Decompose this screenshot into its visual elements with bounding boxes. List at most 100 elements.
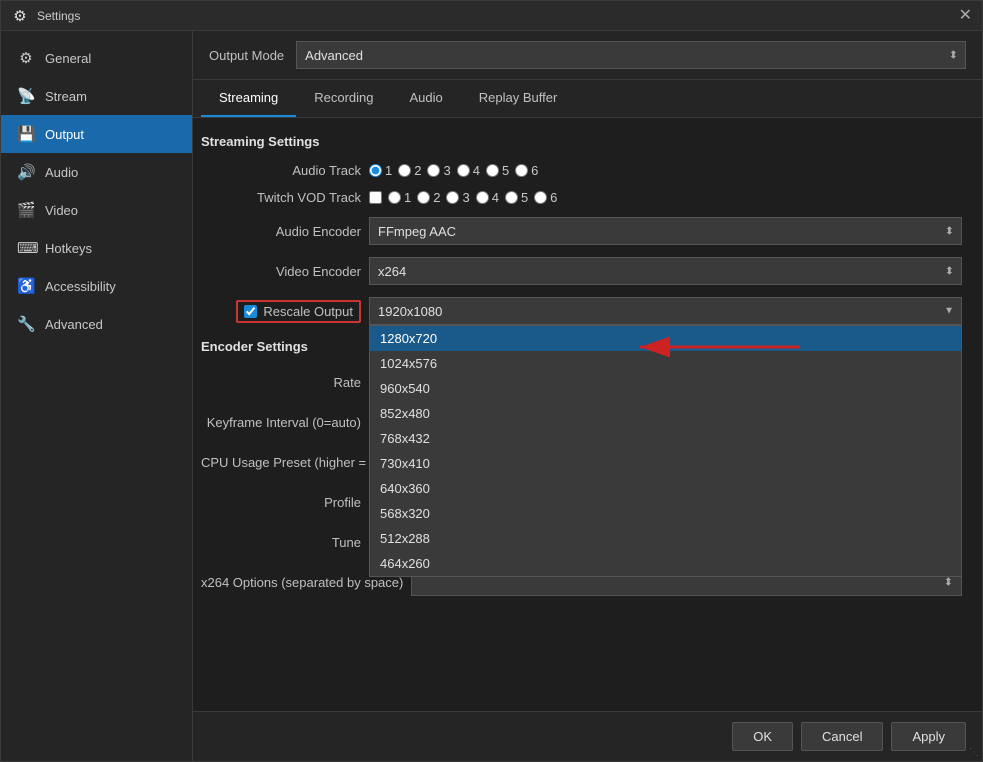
tab-streaming[interactable]: Streaming xyxy=(201,80,296,117)
resize-handle[interactable]: ⋱ xyxy=(969,747,979,758)
dropdown-item-1280x720[interactable]: 1280x720 xyxy=(370,326,961,351)
output-mode-label: Output Mode xyxy=(209,48,284,63)
keyframe-interval-label: Keyframe Interval (0=auto) xyxy=(201,415,361,430)
dropdown-item-852x480[interactable]: 852x480 xyxy=(370,401,961,426)
audio-encoder-control: FFmpeg AAC xyxy=(369,217,962,245)
sidebar-item-advanced[interactable]: 🔧 Advanced xyxy=(1,305,192,343)
twitch-vod-group: 1 2 3 4 xyxy=(369,190,557,205)
twitch-vod-4: 4 xyxy=(476,190,499,205)
titlebar: ⚙ Settings ✕ xyxy=(1,1,982,31)
sidebar-item-hotkeys[interactable]: ⌨ Hotkeys xyxy=(1,229,192,267)
twitch-vod-label: Twitch VOD Track xyxy=(201,190,361,205)
rescale-label-wrapper: Rescale Output xyxy=(201,300,361,323)
audio-track-5: 5 xyxy=(486,163,509,178)
sidebar-item-audio[interactable]: 🔊 Audio xyxy=(1,153,192,191)
main-content: ⚙ General 📡 Stream 💾 Output 🔊 Audio 🎬 Vi… xyxy=(1,31,982,761)
audio-encoder-select[interactable]: FFmpeg AAC xyxy=(369,217,962,245)
rescale-output-row: Rescale Output 1920x1080 1280x720 1024x5… xyxy=(201,297,962,325)
dropdown-item-730x410[interactable]: 730x410 xyxy=(370,451,961,476)
twitch-vod-radio-2[interactable] xyxy=(417,191,430,204)
audio-track-radio-2[interactable] xyxy=(398,164,411,177)
audio-track-1: 1 xyxy=(369,163,392,178)
audio-track-2: 2 xyxy=(398,163,421,178)
dropdown-item-1024x576[interactable]: 1024x576 xyxy=(370,351,961,376)
sidebar-item-general[interactable]: ⚙ General xyxy=(1,39,192,77)
audio-encoder-label: Audio Encoder xyxy=(201,224,361,239)
twitch-vod-radio-1[interactable] xyxy=(388,191,401,204)
audio-icon: 🔊 xyxy=(17,163,35,181)
general-icon: ⚙ xyxy=(17,49,35,67)
tune-label: Tune xyxy=(201,535,361,550)
accessibility-icon: ♿ xyxy=(17,277,35,295)
twitch-vod-radio-6[interactable] xyxy=(534,191,547,204)
audio-track-row: Audio Track 1 2 3 xyxy=(201,163,962,178)
window-title: Settings xyxy=(37,9,80,23)
twitch-vod-3: 3 xyxy=(446,190,469,205)
sidebar-item-label: Stream xyxy=(45,89,87,104)
audio-track-6: 6 xyxy=(515,163,538,178)
dropdown-item-568x320[interactable]: 568x320 xyxy=(370,501,961,526)
audio-track-radio-4[interactable] xyxy=(457,164,470,177)
rescale-select-wrapper: 1920x1080 1280x720 1024x576 960x540 852x… xyxy=(369,297,962,325)
cancel-button[interactable]: Cancel xyxy=(801,722,883,751)
audio-track-group: 1 2 3 4 xyxy=(369,163,538,178)
apply-button[interactable]: Apply xyxy=(891,722,966,751)
dropdown-item-768x432[interactable]: 768x432 xyxy=(370,426,961,451)
profile-label: Profile xyxy=(201,495,361,510)
footer: OK Cancel Apply xyxy=(193,711,982,761)
tabs-bar: Streaming Recording Audio Replay Buffer xyxy=(193,80,982,118)
titlebar-left: ⚙ Settings xyxy=(11,7,80,25)
dropdown-item-960x540[interactable]: 960x540 xyxy=(370,376,961,401)
right-panel: Output Mode Simple Advanced Streaming Re… xyxy=(193,31,982,761)
sidebar-item-label: Audio xyxy=(45,165,78,180)
sidebar-item-label: Hotkeys xyxy=(45,241,92,256)
rate-control-label: Rate xyxy=(201,375,361,390)
dropdown-item-464x260[interactable]: 464x260 xyxy=(370,551,961,576)
twitch-vod-checkbox[interactable] xyxy=(369,191,382,204)
dropdown-item-512x288[interactable]: 512x288 xyxy=(370,526,961,551)
audio-track-radio-6[interactable] xyxy=(515,164,528,177)
advanced-icon: 🔧 xyxy=(17,315,35,333)
hotkeys-icon: ⌨ xyxy=(17,239,35,257)
sidebar-item-label: General xyxy=(45,51,91,66)
ok-button[interactable]: OK xyxy=(732,722,793,751)
audio-track-radio-1[interactable] xyxy=(369,164,382,177)
twitch-vod-2: 2 xyxy=(417,190,440,205)
dropdown-item-640x360[interactable]: 640x360 xyxy=(370,476,961,501)
audio-track-radio-5[interactable] xyxy=(486,164,499,177)
audio-track-3: 3 xyxy=(427,163,450,178)
video-icon: 🎬 xyxy=(17,201,35,219)
twitch-vod-radio-5[interactable] xyxy=(505,191,518,204)
output-mode-select-wrapper: Simple Advanced xyxy=(296,41,966,69)
settings-window: ⚙ Settings ✕ ⚙ General 📡 Stream 💾 Output… xyxy=(0,0,983,762)
rescale-dropdown: 1280x720 1024x576 960x540 852x480 768x43… xyxy=(369,325,962,577)
sidebar-item-stream[interactable]: 📡 Stream xyxy=(1,77,192,115)
twitch-vod-radio-4[interactable] xyxy=(476,191,489,204)
video-encoder-label: Video Encoder xyxy=(201,264,361,279)
video-encoder-select[interactable]: x264 xyxy=(369,257,962,285)
video-encoder-control: x264 xyxy=(369,257,962,285)
sidebar-item-label: Output xyxy=(45,127,84,142)
sidebar-item-label: Video xyxy=(45,203,78,218)
rescale-output-select[interactable]: 1920x1080 xyxy=(369,297,962,325)
sidebar-item-accessibility[interactable]: ♿ Accessibility xyxy=(1,267,192,305)
video-encoder-row: Video Encoder x264 xyxy=(201,257,962,285)
audio-encoder-row: Audio Encoder FFmpeg AAC xyxy=(201,217,962,245)
tab-audio[interactable]: Audio xyxy=(392,80,461,117)
twitch-vod-row: Twitch VOD Track 1 2 3 xyxy=(201,190,962,205)
twitch-vod-5: 5 xyxy=(505,190,528,205)
output-mode-select[interactable]: Simple Advanced xyxy=(296,41,966,69)
stream-icon: 📡 xyxy=(17,87,35,105)
rescale-output-checkbox[interactable] xyxy=(244,305,257,318)
sidebar-item-output[interactable]: 💾 Output xyxy=(1,115,192,153)
tab-replay-buffer[interactable]: Replay Buffer xyxy=(461,80,576,117)
settings-body: Streaming Settings Audio Track 1 2 xyxy=(193,118,982,711)
twitch-vod-radio-3[interactable] xyxy=(446,191,459,204)
sidebar-item-label: Advanced xyxy=(45,317,103,332)
sidebar-item-video[interactable]: 🎬 Video xyxy=(1,191,192,229)
audio-track-radio-3[interactable] xyxy=(427,164,440,177)
audio-track-4: 4 xyxy=(457,163,480,178)
close-button[interactable]: ✕ xyxy=(959,8,972,24)
twitch-vod-6: 6 xyxy=(534,190,557,205)
tab-recording[interactable]: Recording xyxy=(296,80,391,117)
